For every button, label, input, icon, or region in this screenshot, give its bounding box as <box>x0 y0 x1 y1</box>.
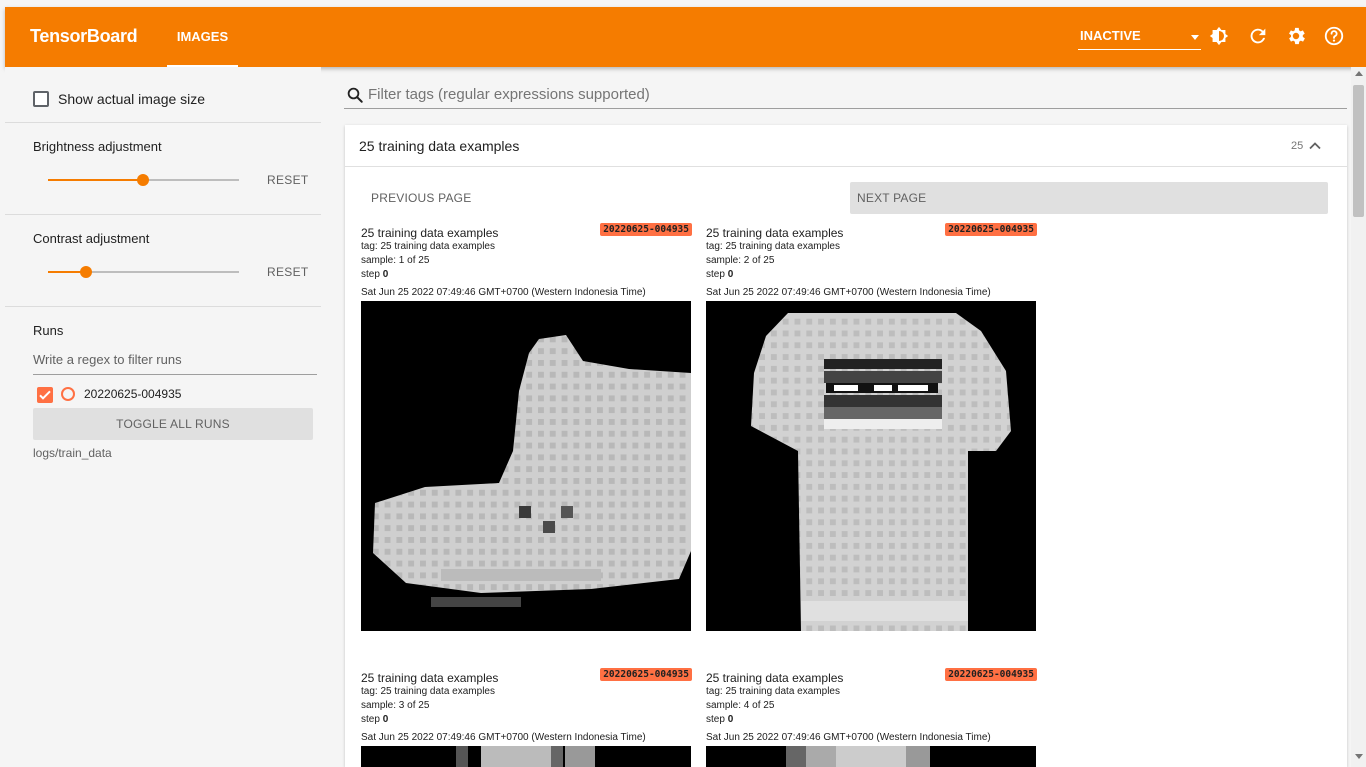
step-value: 0 <box>727 269 734 280</box>
tile-title: 25 training data examples <box>706 671 844 685</box>
brightness-slider-fill <box>48 179 143 181</box>
sample-image[interactable] <box>361 301 691 631</box>
tile-step: step 0 <box>361 714 388 725</box>
runs-filter-input[interactable]: Write a regex to filter runs <box>33 349 317 375</box>
inactive-select-value: INACTIVE <box>1080 28 1141 43</box>
scrollbar-thumb[interactable] <box>1353 85 1364 217</box>
brightness-section: Brightness adjustment RESET <box>5 123 321 215</box>
tile-sample: sample: 1 of 25 <box>361 255 430 266</box>
settings-icon[interactable] <box>1285 25 1307 47</box>
scroll-up-icon[interactable] <box>1355 71 1363 76</box>
image-tile: 25 training data examples 20220625-00493… <box>360 668 692 767</box>
step-label: step <box>361 269 380 280</box>
tab-images-label: IMAGES <box>176 29 229 44</box>
previous-page-button[interactable]: PREVIOUS PAGE <box>371 191 471 205</box>
caret-down-icon <box>1191 35 1199 40</box>
tile-tag: tag: 25 training data examples <box>706 686 840 697</box>
run-checkbox[interactable] <box>37 387 53 403</box>
actual-size-section: Show actual image size <box>5 67 321 123</box>
sample-image-preview <box>456 746 595 767</box>
sample-image-preview <box>786 746 930 767</box>
tile-tag: tag: 25 training data examples <box>706 241 840 252</box>
tag-filter-input[interactable]: Filter tags (regular expressions support… <box>368 86 650 103</box>
run-badge: 20220625-004935 <box>600 668 692 681</box>
tile-title: 25 training data examples <box>361 671 499 685</box>
step-label: step <box>706 269 725 280</box>
step-label: step <box>706 714 725 725</box>
search-icon <box>347 87 363 103</box>
inactive-plugins-select[interactable]: INACTIVE <box>1078 24 1201 50</box>
brightness-label: Brightness adjustment <box>33 139 162 154</box>
tshirt-image <box>751 313 1011 631</box>
contrast-slider-thumb[interactable] <box>80 266 92 278</box>
next-page-button[interactable]: NEXT PAGE <box>850 182 1328 214</box>
sneaker-image <box>373 335 691 607</box>
run-color-circle[interactable] <box>61 387 75 401</box>
tile-step: step 0 <box>706 714 733 725</box>
brightness-icon[interactable] <box>1208 25 1230 47</box>
toggle-all-runs-button[interactable]: TOGGLE ALL RUNS <box>33 408 313 440</box>
sample-image[interactable] <box>361 746 691 767</box>
tab-images[interactable]: IMAGES <box>167 7 238 67</box>
step-value: 0 <box>382 714 389 725</box>
sidebar: Show actual image size Brightness adjust… <box>5 67 321 767</box>
run-badge: 20220625-004935 <box>945 668 1037 681</box>
tile-sample: sample: 3 of 25 <box>361 700 430 711</box>
runs-title: Runs <box>33 323 64 338</box>
card-title: 25 training data examples <box>359 138 520 154</box>
tile-timestamp: Sat Jun 25 2022 07:49:46 GMT+0700 (Weste… <box>706 287 991 298</box>
tile-title: 25 training data examples <box>706 226 844 240</box>
top-toolbar: TensorBoard IMAGES INACTIVE <box>5 7 1366 67</box>
sample-image[interactable] <box>706 746 1036 767</box>
check-icon <box>39 390 51 400</box>
card-header[interactable]: 25 training data examples 25 <box>345 125 1347 167</box>
refresh-icon[interactable] <box>1247 25 1269 47</box>
show-actual-size-checkbox[interactable] <box>33 91 49 107</box>
tag-card: 25 training data examples 25 PREVIOUS PA… <box>345 125 1347 767</box>
tile-tag: tag: 25 training data examples <box>361 686 495 697</box>
tile-timestamp: Sat Jun 25 2022 07:49:46 GMT+0700 (Weste… <box>361 732 646 743</box>
contrast-label: Contrast adjustment <box>33 231 150 246</box>
sample-image[interactable] <box>706 301 1036 631</box>
tile-sample: sample: 4 of 25 <box>706 700 775 711</box>
brand-title[interactable]: TensorBoard <box>30 26 138 47</box>
contrast-reset-button[interactable]: RESET <box>267 265 309 279</box>
tile-step: step 0 <box>361 269 388 280</box>
tile-tag: tag: 25 training data examples <box>361 241 495 252</box>
step-label: step <box>361 714 380 725</box>
page-scrollbar[interactable] <box>1351 67 1366 767</box>
card-count: 25 <box>1291 140 1304 152</box>
contrast-section: Contrast adjustment RESET <box>5 215 321 307</box>
brightness-reset-button[interactable]: RESET <box>267 173 309 187</box>
tile-sample: sample: 2 of 25 <box>706 255 775 266</box>
brightness-slider-thumb[interactable] <box>137 174 149 186</box>
tile-title: 25 training data examples <box>361 226 499 240</box>
scroll-down-icon[interactable] <box>1355 754 1363 759</box>
step-value: 0 <box>382 269 389 280</box>
tile-step: step 0 <box>706 269 733 280</box>
tile-timestamp: Sat Jun 25 2022 07:49:46 GMT+0700 (Weste… <box>706 732 991 743</box>
show-actual-size-label[interactable]: Show actual image size <box>58 91 205 107</box>
run-name: 20220625-004935 <box>84 387 182 401</box>
chevron-up-icon[interactable] <box>1307 138 1323 154</box>
tile-timestamp: Sat Jun 25 2022 07:49:46 GMT+0700 (Weste… <box>361 287 646 298</box>
image-tile: 25 training data examples 20220625-00493… <box>705 668 1037 767</box>
run-badge: 20220625-004935 <box>945 223 1037 236</box>
run-badge: 20220625-004935 <box>600 223 692 236</box>
step-value: 0 <box>727 714 734 725</box>
logdir-label: logs/train_data <box>33 446 112 460</box>
help-icon[interactable] <box>1323 25 1345 47</box>
tag-filter[interactable]: Filter tags (regular expressions support… <box>344 80 1347 109</box>
